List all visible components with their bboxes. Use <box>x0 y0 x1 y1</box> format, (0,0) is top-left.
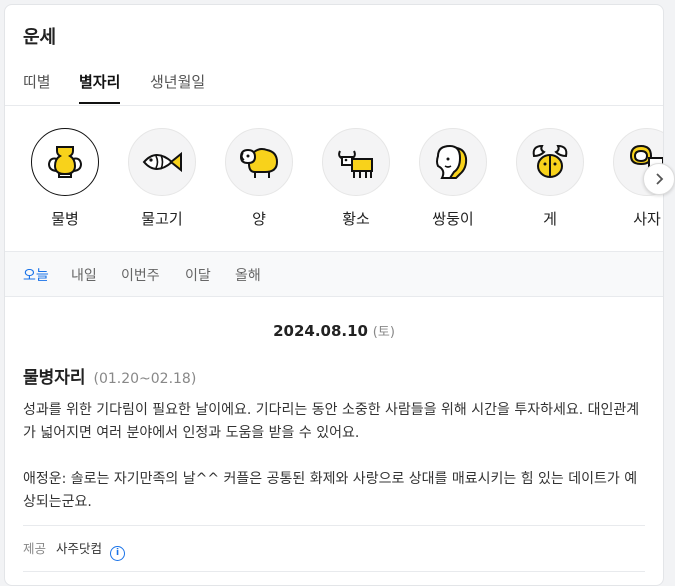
tab-birthdate[interactable]: 생년월일 <box>150 71 205 102</box>
sign-label: 황소 <box>342 210 370 228</box>
sign-label: 물병 <box>51 210 79 228</box>
cancer-icon <box>516 128 584 196</box>
fortune-text: 성과를 위한 기다림이 필요한 날이에요. 기다리는 동안 소중한 사람들을 위… <box>23 399 648 514</box>
period-today[interactable]: 오늘 <box>23 265 49 285</box>
sign-aquarius[interactable]: 물병 <box>30 128 100 229</box>
sign-label: 물고기 <box>141 210 183 228</box>
sign-gemini[interactable]: 쌍둥이 <box>418 128 488 229</box>
tab-zodiac-animal[interactable]: 띠별 <box>23 71 51 102</box>
sign-carousel: 물병 물고기 양 황소 쌍둥이 게 사자 <box>5 106 663 252</box>
provider-footer: 제공 사주닷컴 i <box>23 525 645 561</box>
carousel-next-button[interactable] <box>643 163 675 195</box>
sign-label: 쌍둥이 <box>432 210 474 228</box>
sign-cancer[interactable]: 게 <box>515 128 585 229</box>
date-weekday: (토) <box>372 325 395 340</box>
sign-label: 사자 <box>633 210 661 228</box>
sign-label: 양 <box>252 210 266 228</box>
sign-taurus[interactable]: 황소 <box>321 128 391 229</box>
chevron-right-icon <box>656 173 664 185</box>
tab-bar: 띠별 별자리 생년월일 <box>5 67 663 106</box>
sign-date-range: (01.20~02.18) <box>93 371 197 387</box>
sign-aries[interactable]: 양 <box>224 128 294 229</box>
period-tabs: 오늘 내일 이번주 이달 올해 <box>5 252 663 297</box>
period-this-year[interactable]: 올해 <box>235 265 261 285</box>
info-icon[interactable]: i <box>110 545 125 561</box>
provider-label: 제공 <box>23 541 47 556</box>
fortune-date: 2024.08.10 (토) <box>5 321 663 340</box>
tab-constellation[interactable]: 별자리 <box>79 71 121 104</box>
period-this-month[interactable]: 이달 <box>185 265 211 285</box>
fortune-love: 애정운: 솔로는 자기만족의 날^^ 커플은 공통된 화제와 사랑으로 상대를 … <box>23 471 638 510</box>
period-tomorrow[interactable]: 내일 <box>71 265 97 285</box>
period-this-week[interactable]: 이번주 <box>121 265 160 285</box>
sign-label: 게 <box>543 210 557 228</box>
sign-name: 물병자리 <box>23 368 86 388</box>
pisces-icon <box>128 128 196 196</box>
card-title: 운세 <box>23 27 57 48</box>
aries-icon <box>225 128 293 196</box>
fortune-general: 성과를 위한 기다림이 필요한 날이에요. 기다리는 동안 소중한 사람들을 위… <box>23 402 640 441</box>
taurus-icon <box>322 128 390 196</box>
provider-name: 사주닷컴 <box>56 541 103 556</box>
fortune-card: 운세 띠별 별자리 생년월일 물병 물고기 양 황소 쌍둥이 게 사자 오늘 내… <box>4 4 664 586</box>
date-value: 2024.08.10 <box>273 322 368 340</box>
sign-heading: 물병자리 (01.20~02.18) <box>23 363 196 388</box>
gemini-icon <box>419 128 487 196</box>
sign-pisces[interactable]: 물고기 <box>127 128 197 229</box>
aquarius-icon <box>31 128 99 196</box>
